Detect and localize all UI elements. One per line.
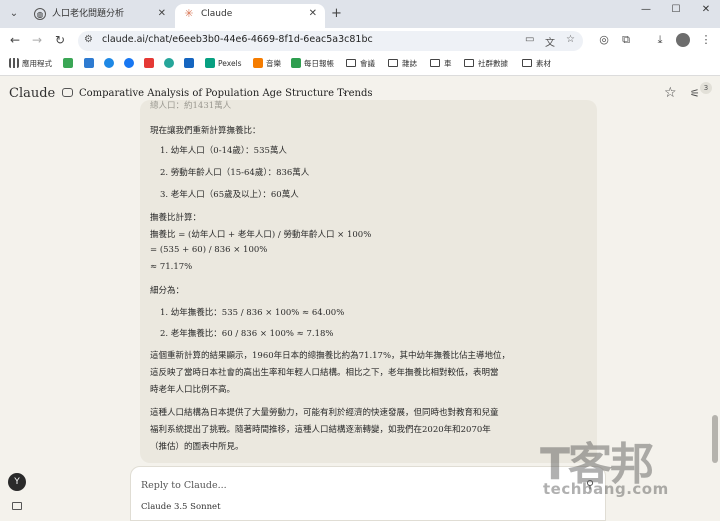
bookmark-folder-social-data[interactable]: 社群數據 — [464, 58, 508, 70]
address-bar[interactable]: ⚙ claude.ai/chat/e6eeb3b0-44e6-4669-8f1d… — [78, 31, 583, 51]
extension-icon[interactable]: ◎ — [596, 33, 612, 46]
list-item: 1. 幼年人口（0-14歲）：535萬人 — [160, 146, 287, 156]
list-item: 2. 勞動年齡人口（15-64歲）：836萬人 — [160, 168, 310, 178]
site-settings-icon[interactable]: ⚙ — [84, 34, 93, 45]
bookmark-item[interactable] — [164, 58, 177, 70]
bookmark-star-icon[interactable]: ☆ — [566, 34, 575, 45]
menu-kebab-icon[interactable]: ⋮ — [698, 33, 714, 46]
bookmark-folder-car[interactable]: 車 — [430, 58, 452, 70]
bookmark-item[interactable] — [184, 58, 197, 70]
apps-grid-icon — [9, 58, 19, 68]
message-line: 總人口：約1431萬人 — [150, 101, 232, 111]
bookmark-folder-assets[interactable]: 素材 — [522, 58, 551, 70]
plus-icon — [291, 58, 301, 68]
message-line: 細分為： — [150, 286, 185, 296]
folder-icon — [388, 59, 398, 67]
b-icon — [184, 58, 194, 68]
tab-title: Claude — [201, 9, 233, 19]
sidebar-toggle-icon[interactable] — [12, 502, 22, 510]
formula-line: ≈ 71.17% — [150, 262, 193, 272]
user-avatar[interactable]: Y — [8, 473, 26, 491]
bookmark-item[interactable] — [84, 58, 97, 70]
bookmark-folder-meeting[interactable]: 會議 — [346, 58, 375, 70]
url-text[interactable]: claude.ai/chat/e6eeb3b0-44e6-4669-8f1d-6… — [102, 34, 373, 45]
reply-input[interactable]: Reply to Claude... — [141, 480, 227, 491]
artifact-count-badge: 3 — [700, 82, 712, 94]
claude-sparkle-icon: ✳ — [184, 7, 194, 20]
chat-bubble-icon — [62, 88, 73, 97]
forward-icon[interactable]: → — [29, 33, 45, 47]
list-item: 3. 老年人口（65歲及以上）：60萬人 — [160, 190, 299, 200]
tab-search-chevron-icon[interactable]: ⌄ — [6, 6, 22, 22]
trend-icon — [144, 58, 154, 68]
paragraph-line: 這反映了當時日本社會的高出生率和年輕人口結構。相比之下，老年撫養比相對較低，表明… — [150, 368, 499, 378]
bookmark-item[interactable] — [104, 58, 117, 70]
download-icon[interactable]: ⤓ — [652, 33, 668, 47]
music-icon — [253, 58, 263, 68]
formula-line: = (535 + 60) / 836 × 100% — [150, 245, 268, 255]
assistant-message: 總人口：約1431萬人 現在讓我們重新計算撫養比： 1. 幼年人口（0-14歲）… — [140, 100, 597, 463]
close-tab-icon[interactable]: ✕ — [158, 4, 166, 24]
list-item: 2. 老年撫養比：60 / 836 × 100% ≈ 7.18% — [160, 329, 334, 339]
paragraph-line: （推估）的圖表中所見。 — [150, 442, 244, 452]
folder-icon — [346, 59, 356, 67]
new-tab-icon[interactable]: + — [331, 6, 342, 22]
profile-avatar[interactable] — [676, 33, 690, 47]
message-line: 現在讓我們重新計算撫養比： — [150, 126, 261, 136]
bookmark-folder-magazine[interactable]: 雜誌 — [388, 58, 417, 70]
close-window-icon[interactable]: ✕ — [696, 4, 716, 15]
bookmark-apps[interactable]: 應用程式 — [9, 58, 52, 70]
bookmark-music[interactable]: 音樂 — [253, 58, 281, 70]
browser-toolbar: ← → ↻ ⚙ claude.ai/chat/e6eeb3b0-44e6-466… — [0, 28, 720, 54]
bookmark-item[interactable] — [144, 58, 157, 70]
folder-icon — [522, 59, 532, 67]
formula-line: 撫養比 = (幼年人口 + 老年人口) / 勞動年齡人口 × 100% — [150, 230, 372, 240]
blue-bookmark-icon — [84, 58, 94, 68]
watermark-site: techbang.com — [543, 480, 669, 498]
tab-population-aging[interactable]: ◍ 人口老化問題分析 ✕ — [26, 4, 174, 28]
close-tab-icon[interactable]: ✕ — [309, 4, 317, 24]
bookmark-daily-expense[interactable]: 每日報帳 — [291, 58, 334, 70]
tab-claude[interactable]: ✳ Claude ✕ — [175, 4, 325, 28]
paragraph-line: 這個重新計算的結果顯示，1960年日本的總撫養比約為71.17%，其中幼年撫養比… — [150, 351, 511, 361]
paragraph-line: 福利系統提出了挑戰。隨著時間推移，這種人口結構逐漸轉變，如我們在2020年和20… — [150, 425, 491, 435]
chat-title[interactable]: Comparative Analysis of Population Age S… — [79, 88, 373, 99]
circle-bookmark-icon — [104, 58, 114, 68]
meta-icon — [124, 58, 134, 68]
reply-composer[interactable]: Reply to Claude... ⚲ Claude 3.5 Sonnet — [130, 466, 606, 521]
globe-icon: ◍ — [34, 8, 46, 20]
reload-icon[interactable]: ↻ — [52, 33, 68, 47]
settings-sliders-icon[interactable]: ⚟ — [690, 87, 700, 100]
claude-logo[interactable]: Claude — [9, 86, 55, 101]
back-icon[interactable]: ← — [7, 33, 23, 47]
pexels-icon — [205, 58, 215, 68]
puzzle-icon[interactable]: ⧉ — [618, 33, 634, 47]
star-icon[interactable]: ☆ — [664, 85, 677, 101]
folder-icon — [464, 59, 474, 67]
model-selector[interactable]: Claude 3.5 Sonnet — [141, 502, 221, 512]
techbang-watermark: T客邦 techbang.com — [540, 428, 710, 500]
minimize-icon[interactable]: — — [636, 4, 656, 15]
bookmarks-bar: 應用程式 Pexels 音樂 每日報帳 會議 雜誌 車 社群數據 素材 — [0, 54, 720, 76]
bookmark-pexels[interactable]: Pexels — [205, 58, 242, 70]
paragraph-line: 這種人口結構為日本提供了大量勞動力，可能有利於經濟的快速發展，但同時也對教育和兒… — [150, 408, 499, 418]
tab-strip: ⌄ ◍ 人口老化問題分析 ✕ ✳ Claude ✕ + — ☐ ✕ — [0, 0, 720, 28]
translate-icon[interactable]: 文 — [545, 34, 555, 49]
green-bookmark-icon — [63, 58, 73, 68]
folder-icon — [430, 59, 440, 67]
install-app-icon[interactable]: ▭ — [525, 34, 534, 45]
bookmark-item[interactable] — [124, 58, 137, 70]
paragraph-line: 時老年人口比例不高。 — [150, 385, 236, 395]
message-line: 撫養比計算： — [150, 213, 202, 223]
maximize-icon[interactable]: ☐ — [666, 4, 686, 15]
teal-bookmark-icon — [164, 58, 174, 68]
scrollbar-thumb[interactable] — [712, 415, 718, 463]
chevron-down-icon[interactable]: ⌄ — [341, 87, 349, 97]
tab-title: 人口老化問題分析 — [52, 9, 125, 19]
bookmark-item[interactable] — [63, 58, 76, 70]
list-item: 1. 幼年撫養比：535 / 836 × 100% ≈ 64.00% — [160, 308, 345, 318]
